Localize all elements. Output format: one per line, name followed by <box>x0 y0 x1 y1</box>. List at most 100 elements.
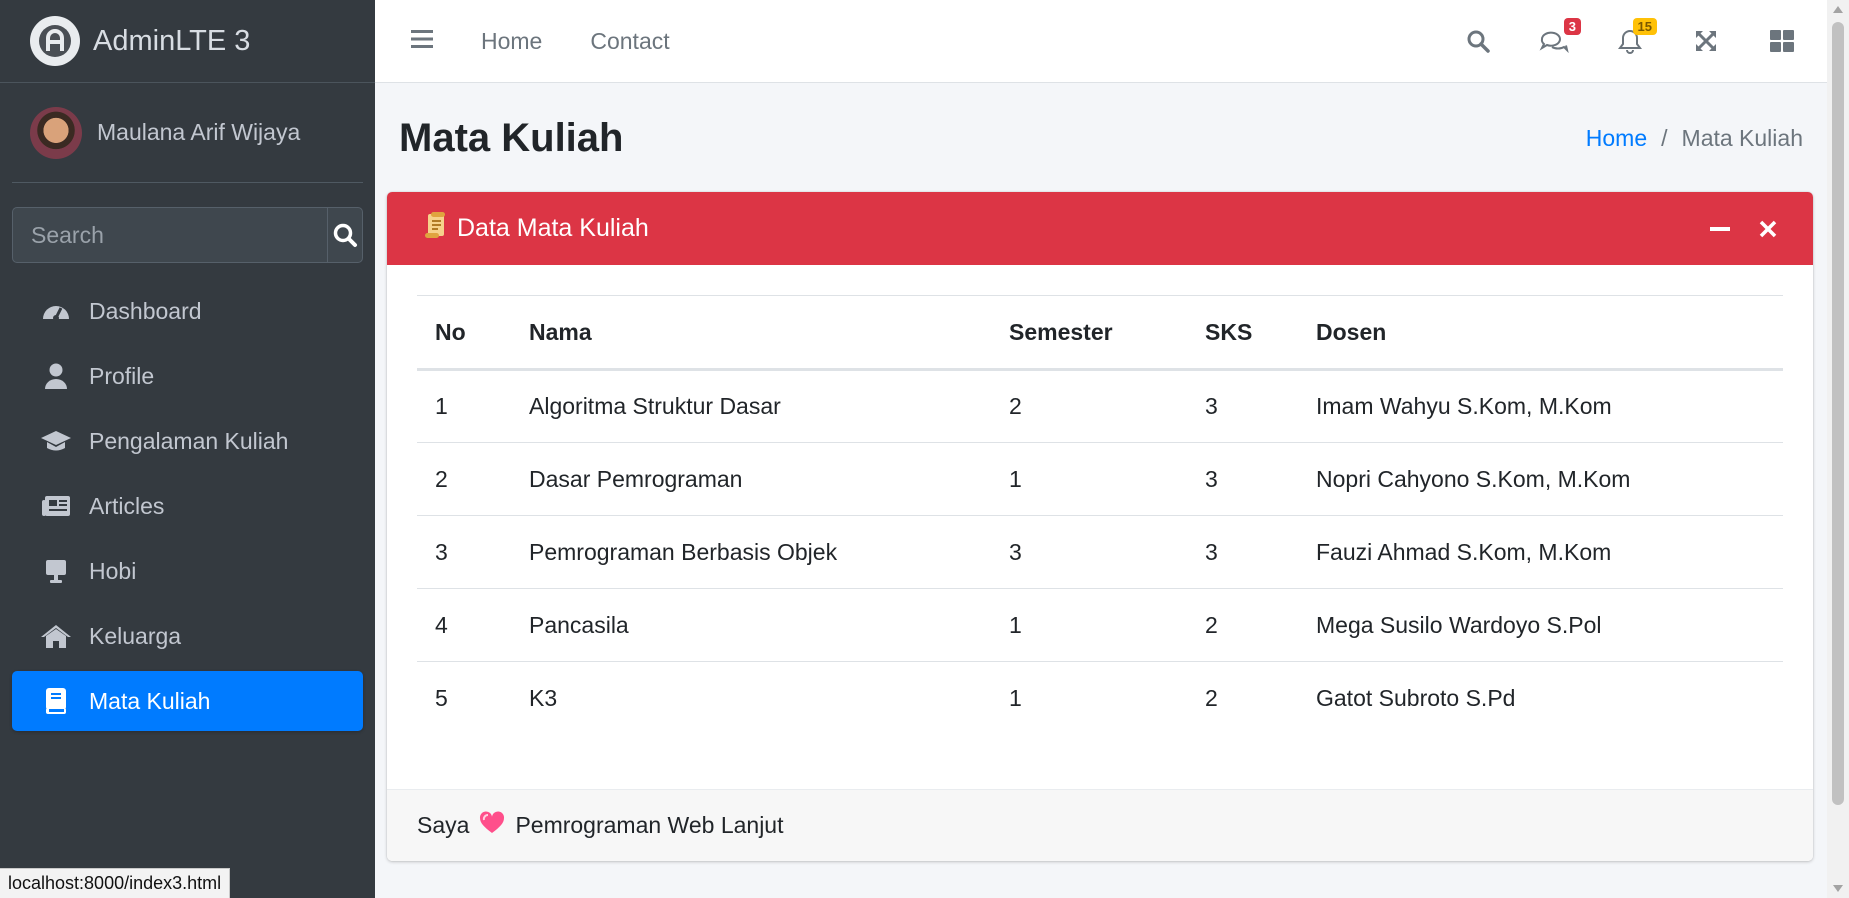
cell-nama: K3 <box>529 684 558 711</box>
cell-dosen: Mega Susilo Wardoyo S.Pol <box>1298 588 1783 662</box>
sidebar-item-articles[interactable]: Articles <box>12 476 363 536</box>
card-tools <box>1687 214 1783 244</box>
search-icon <box>1467 30 1490 53</box>
breadcrumb-home-link[interactable]: Home <box>1586 125 1647 152</box>
brand-link[interactable]: AdminLTE 3 <box>0 0 375 83</box>
column-header-semester: Semester <box>991 295 1187 371</box>
cell-no: 4 <box>417 588 511 662</box>
column-header-nama: Nama <box>511 295 991 371</box>
cell-semester: 1 <box>991 588 1187 662</box>
card-body: No Nama Semester SKS Dosen 1 Algoritma S… <box>387 265 1813 735</box>
graduation-cap-icon <box>40 427 72 455</box>
scroll-icon <box>423 211 447 246</box>
sidebar-item-label: Profile <box>89 362 155 389</box>
cell-sks: 2 <box>1205 684 1218 711</box>
nav-link-home[interactable]: Home <box>481 28 542 55</box>
sidebar-search <box>12 207 363 263</box>
scrollbar-thumb[interactable] <box>1832 22 1844 805</box>
card-title: Data Mata Kuliah <box>423 211 649 246</box>
control-sidebar-button[interactable] <box>1767 26 1797 56</box>
user-name[interactable]: Maulana Arif Wijaya <box>97 119 300 146</box>
sidebar-item-label: Keluarga <box>89 622 182 649</box>
sidebar-item-keluarga[interactable]: Keluarga <box>12 606 363 666</box>
sidebar-nav: Dashboard Profile Pengalaman Kuliah Arti… <box>12 281 363 731</box>
hamburger-menu-icon[interactable] <box>411 29 433 54</box>
table-row: 5 K3 1 2 Gatot Subroto S.Pd <box>417 662 1783 735</box>
sidebar-item-hobi[interactable]: Hobi <box>12 541 363 601</box>
nav-link-contact[interactable]: Contact <box>590 28 669 55</box>
breadcrumb-separator: / <box>1661 124 1668 151</box>
sidebar-search-button[interactable] <box>327 207 363 263</box>
sidebar-item-mata-kuliah[interactable]: Mata Kuliah <box>12 671 363 731</box>
data-card: Data Mata Kuliah No Nama Semester SKS Do… <box>387 192 1813 861</box>
sidebar: AdminLTE 3 Maulana Arif Wijaya Dashboard… <box>0 0 375 898</box>
minus-icon <box>1710 226 1730 231</box>
avatar <box>30 106 82 159</box>
cell-sks: 3 <box>1187 442 1298 516</box>
heart-icon <box>479 810 505 841</box>
scroll-up-arrow-icon[interactable] <box>1833 6 1843 13</box>
sidebar-item-label: Hobi <box>89 557 137 584</box>
sidebar-item-label: Pengalaman Kuliah <box>89 427 289 454</box>
messages-badge: 3 <box>1563 18 1581 35</box>
user-panel[interactable]: Maulana Arif Wijaya <box>12 83 363 183</box>
user-icon <box>40 362 72 390</box>
messages-button[interactable]: 3 <box>1539 18 1581 56</box>
cell-no: 5 <box>435 684 448 711</box>
status-bar-url: localhost:8000/index3.html <box>0 868 231 898</box>
cell-semester: 3 <box>991 515 1187 589</box>
notifications-badge: 15 <box>1632 18 1657 35</box>
cell-nama: Algoritma Struktur Dasar <box>511 369 991 443</box>
sidebar-item-label: Mata Kuliah <box>89 687 211 714</box>
sidebar-search-input[interactable] <box>12 207 327 263</box>
column-header-sks: SKS <box>1187 295 1298 371</box>
cell-sks: 3 <box>1187 369 1298 443</box>
card-title-text: Data Mata Kuliah <box>457 214 649 242</box>
close-icon <box>1759 220 1777 237</box>
sidebar-item-dashboard[interactable]: Dashboard <box>12 281 363 341</box>
page-scrollbar[interactable] <box>1827 0 1849 898</box>
mata-kuliah-table: No Nama Semester SKS Dosen 1 Algoritma S… <box>417 295 1783 735</box>
fullscreen-button[interactable] <box>1691 26 1721 56</box>
card-header: Data Mata Kuliah <box>387 192 1813 265</box>
cell-semester: 1 <box>991 442 1187 516</box>
table-row: 3 Pemrograman Berbasis Objek 3 3 Fauzi A… <box>417 515 1783 589</box>
sidebar-item-pengalaman-kuliah[interactable]: Pengalaman Kuliah <box>12 411 363 471</box>
table-row: 1 Algoritma Struktur Dasar 2 3 Imam Wahy… <box>417 369 1783 443</box>
sidebar-item-label: Dashboard <box>89 297 202 324</box>
column-header-no: No <box>417 295 511 371</box>
footer-text-before: Saya <box>417 812 470 838</box>
column-header-dosen: Dosen <box>1298 295 1783 371</box>
brand-name: AdminLTE 3 <box>93 24 251 57</box>
table-row: 4 Pancasila 1 2 Mega Susilo Wardoyo S.Po… <box>417 588 1783 662</box>
cell-no: 2 <box>417 442 511 516</box>
notifications-button[interactable]: 15 <box>1615 18 1657 56</box>
cell-no: 3 <box>417 515 511 589</box>
remove-button[interactable] <box>1753 214 1783 244</box>
home-icon <box>40 622 72 650</box>
cell-semester: 2 <box>991 369 1187 443</box>
card-footer: Saya Pemrograman Web Lanjut <box>387 789 1813 861</box>
cell-dosen: Nopri Cahyono S.Kom, M.Kom <box>1298 442 1783 516</box>
sidebar-item-profile[interactable]: Profile <box>12 346 363 406</box>
cell-semester: 1 <box>1009 684 1022 711</box>
sidebar-item-label: Articles <box>89 492 165 519</box>
scroll-down-arrow-icon[interactable] <box>1833 885 1843 892</box>
breadcrumb: Home / Mata Kuliah <box>1586 125 1803 152</box>
tachometer-icon <box>40 297 72 325</box>
desktop-icon <box>40 557 72 585</box>
collapse-button[interactable] <box>1705 214 1735 244</box>
cell-no: 1 <box>417 369 511 443</box>
search-icon <box>333 223 357 247</box>
table-header-row: No Nama Semester SKS Dosen <box>417 295 1783 371</box>
navbar-search-button[interactable] <box>1463 26 1493 56</box>
cell-sks: 2 <box>1187 588 1298 662</box>
top-navbar: Home Contact 3 15 <box>375 0 1827 83</box>
newspaper-icon <box>40 492 72 520</box>
cell-nama: Dasar Pemrograman <box>511 442 991 516</box>
footer-text-after: Pemrograman Web Lanjut <box>515 812 784 838</box>
book-icon <box>40 687 72 715</box>
cell-dosen: Imam Wahyu S.Kom, M.Kom <box>1298 369 1783 443</box>
th-large-icon <box>1770 30 1794 52</box>
cell-sks: 3 <box>1187 515 1298 589</box>
